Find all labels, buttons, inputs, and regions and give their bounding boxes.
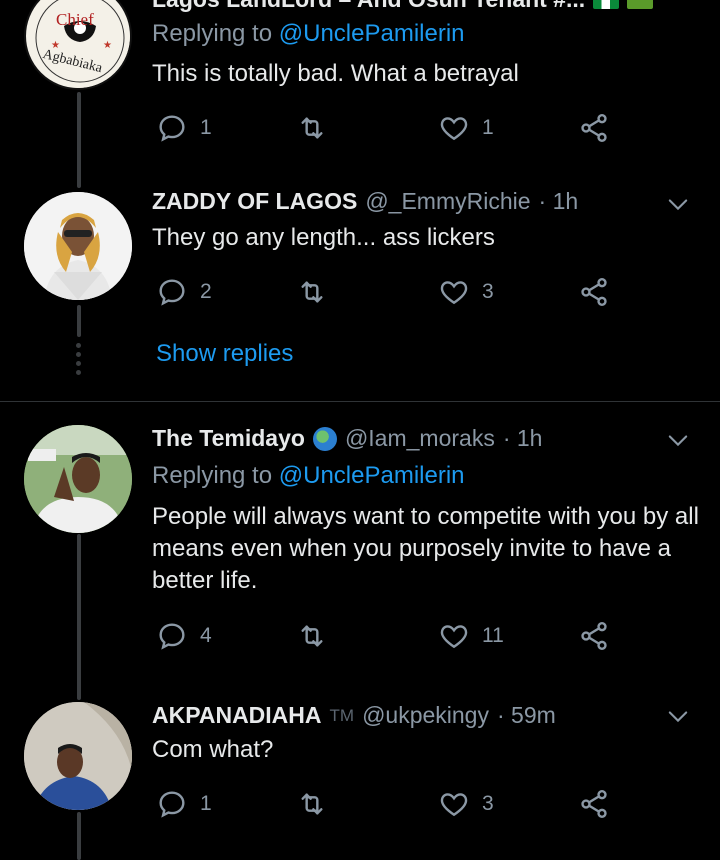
retweet-button[interactable] — [296, 112, 328, 144]
reply-icon — [156, 620, 188, 652]
mention-link[interactable]: @UnclePamilerin — [279, 462, 465, 489]
user-handle[interactable]: @_EmmyRichie — [365, 188, 530, 215]
like-count: 3 — [482, 280, 494, 303]
replying-to: Replying to @UnclePamilerin — [152, 20, 465, 48]
avatar-image — [24, 702, 132, 810]
avatar-image — [24, 425, 132, 533]
reply-icon — [156, 788, 188, 820]
retweet-icon — [296, 276, 328, 308]
badge-line1: Chief — [56, 10, 94, 29]
svg-text:★: ★ — [103, 40, 112, 51]
retweet-icon — [296, 788, 328, 820]
tweet-header: Lagos LandLord – And Osun Tenant #... — [152, 0, 654, 13]
like-icon — [438, 112, 470, 144]
thread-line — [77, 305, 81, 337]
share-button[interactable] — [578, 620, 610, 652]
like-count: 3 — [482, 792, 494, 815]
timestamp: · 1h — [502, 425, 543, 451]
retweet-icon — [296, 112, 328, 144]
share-icon — [578, 112, 610, 144]
chevron-down-icon[interactable] — [664, 190, 692, 218]
reply-count: 4 — [200, 624, 212, 647]
show-replies-link[interactable]: Show replies — [156, 340, 293, 368]
display-name[interactable]: The Temidayo — [152, 425, 305, 452]
mention-link[interactable]: @UnclePamilerin — [279, 20, 465, 47]
thread-line — [77, 812, 81, 860]
flag-icon — [627, 0, 654, 9]
like-icon — [438, 620, 470, 652]
share-button[interactable] — [578, 112, 610, 144]
tweet-header: AKPANADIAHA TM @ukpekingy · 59m — [152, 702, 556, 729]
avatar-image — [24, 192, 132, 300]
tweet-actions: 1 3 — [156, 788, 626, 824]
retweet-button[interactable] — [296, 276, 328, 308]
like-button[interactable]: 3 — [438, 276, 494, 308]
flag-icon — [593, 0, 620, 9]
reply-count: 2 — [200, 280, 212, 303]
replying-to: Replying to @UnclePamilerin — [152, 462, 465, 490]
replying-to-label: Replying to — [152, 462, 279, 489]
timestamp: · 59m — [496, 702, 556, 728]
replying-to-label: Replying to — [152, 20, 279, 47]
chevron-down-icon[interactable] — [664, 702, 692, 730]
more-replies-dots — [74, 343, 84, 379]
retweet-icon — [296, 620, 328, 652]
reply-icon — [156, 112, 188, 144]
like-icon — [438, 276, 470, 308]
share-button[interactable] — [578, 276, 610, 308]
like-icon — [438, 788, 470, 820]
reply-icon — [156, 276, 188, 308]
avatar[interactable] — [24, 192, 132, 300]
timestamp: · 1h — [538, 188, 579, 214]
tweet-actions: 2 3 — [156, 276, 626, 312]
tweet-text: Com what? — [152, 736, 274, 763]
user-handle[interactable]: @ukpekingy — [362, 702, 489, 729]
reply-button[interactable]: 2 — [156, 276, 212, 308]
reply-button[interactable]: 4 — [156, 620, 212, 652]
avatar[interactable] — [24, 425, 132, 533]
tweet-text: They go any length... ass lickers — [152, 224, 495, 251]
tm-badge: TM — [329, 705, 355, 725]
like-button[interactable]: 1 — [438, 112, 494, 144]
retweet-button[interactable] — [296, 788, 328, 820]
share-icon — [578, 620, 610, 652]
tweet-text: People will always want to competite wit… — [152, 503, 699, 594]
thread-line — [77, 92, 81, 188]
share-icon — [578, 276, 610, 308]
reply-button[interactable]: 1 — [156, 112, 212, 144]
share-icon — [578, 788, 610, 820]
chevron-down-icon[interactable] — [664, 426, 692, 454]
avatar[interactable]: ★ ★ Chief Agbabiaka — [24, 0, 132, 90]
like-button[interactable]: 3 — [438, 788, 494, 820]
like-count: 11 — [482, 624, 504, 647]
divider — [0, 401, 720, 402]
thread-line — [77, 534, 81, 700]
reply-count: 1 — [200, 116, 212, 139]
user-handle[interactable]: @Iam_moraks — [345, 425, 495, 452]
share-button[interactable] — [578, 788, 610, 820]
display-name[interactable]: ZADDY OF LAGOS — [152, 188, 357, 215]
display-name[interactable]: Lagos LandLord – And Osun Tenant #... — [152, 0, 585, 13]
like-count: 1 — [482, 116, 494, 139]
tweet-actions: 4 11 — [156, 620, 626, 656]
like-button[interactable]: 11 — [438, 620, 504, 652]
globe-emoji-icon — [312, 426, 337, 451]
display-name[interactable]: AKPANADIAHA — [152, 702, 322, 729]
tweet-text: This is totally bad. What a betrayal — [152, 60, 519, 87]
tweet-header: ZADDY OF LAGOS @_EmmyRichie · 1h — [152, 188, 578, 215]
reply-count: 1 — [200, 792, 212, 815]
reply-button[interactable]: 1 — [156, 788, 212, 820]
retweet-button[interactable] — [296, 620, 328, 652]
tweet-header: The Temidayo @Iam_moraks · 1h — [152, 425, 542, 452]
avatar[interactable] — [24, 702, 132, 810]
tweet-actions: 1 1 — [156, 112, 626, 148]
